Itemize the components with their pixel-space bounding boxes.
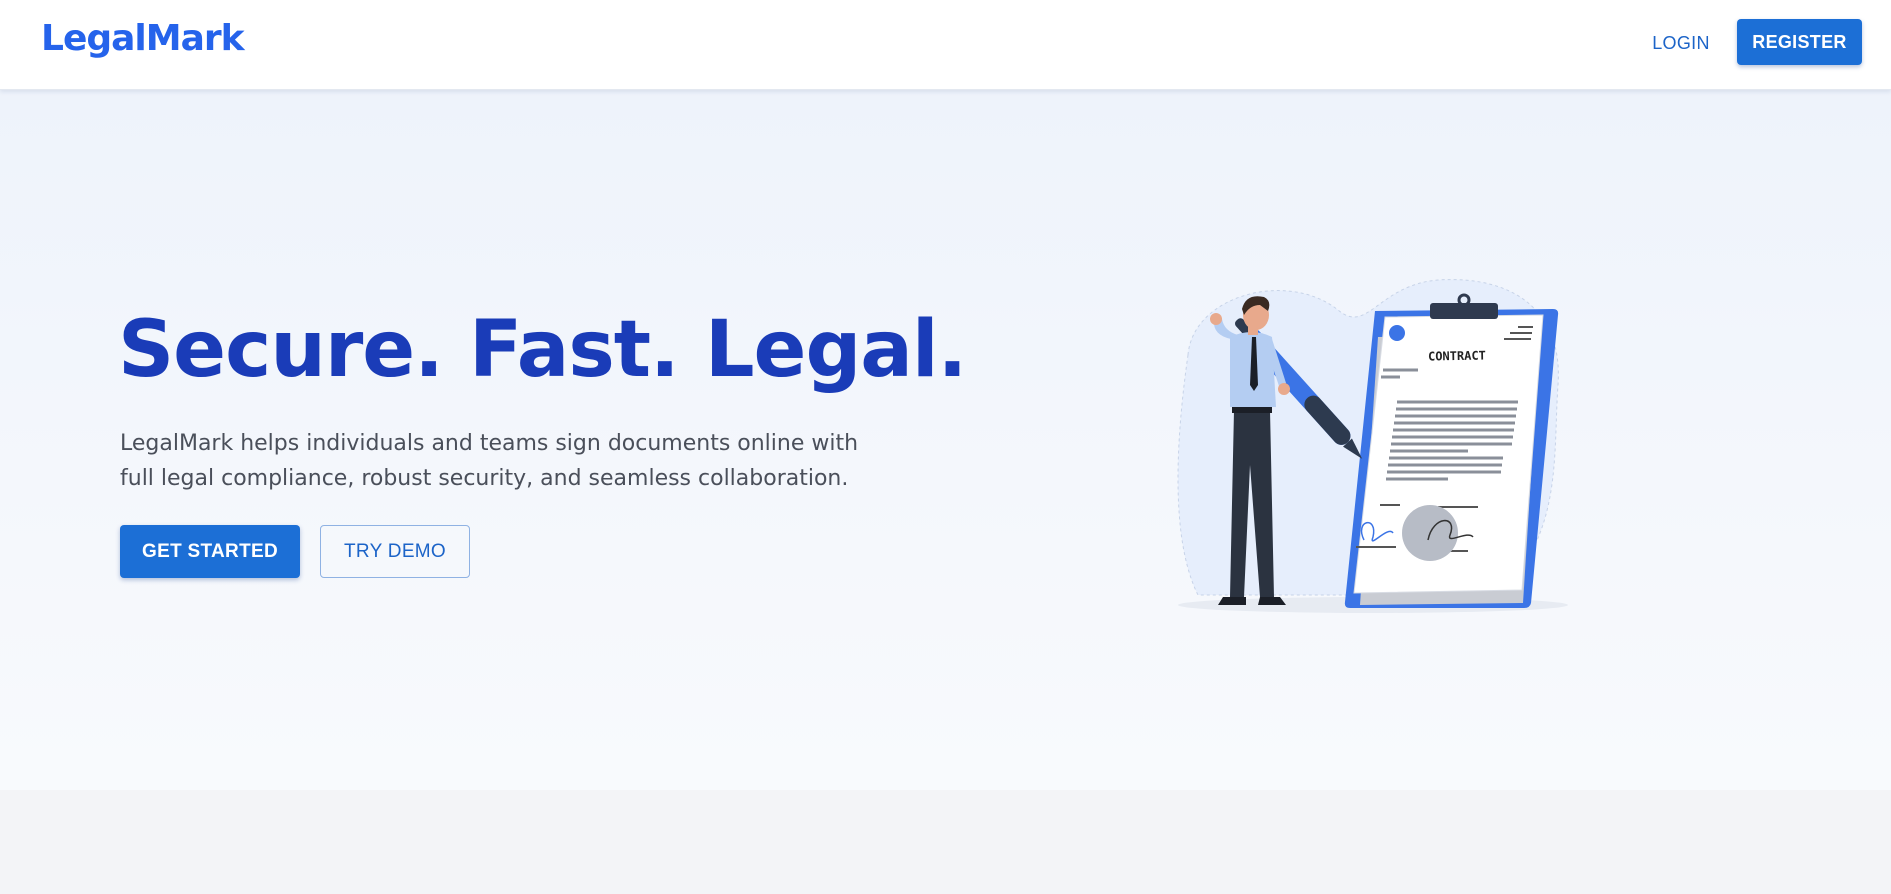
login-button[interactable]: LOGIN <box>1640 23 1722 63</box>
next-section-band <box>0 790 1891 894</box>
top-navbar: LegalMark LOGIN REGISTER <box>0 0 1891 90</box>
hero-description: LegalMark helps individuals and teams si… <box>120 431 859 491</box>
try-demo-button[interactable]: TRY DEMO <box>320 525 470 578</box>
hero-title: Secure. Fast. Legal. <box>118 305 967 395</box>
register-button[interactable]: REGISTER <box>1737 19 1862 65</box>
logo[interactable]: LegalMark <box>41 18 245 59</box>
contract-signing-illustration: CONTRACT <box>1168 275 1568 620</box>
contract-document-title: CONTRACT <box>1428 348 1486 363</box>
get-started-button[interactable]: GET STARTED <box>120 525 300 578</box>
